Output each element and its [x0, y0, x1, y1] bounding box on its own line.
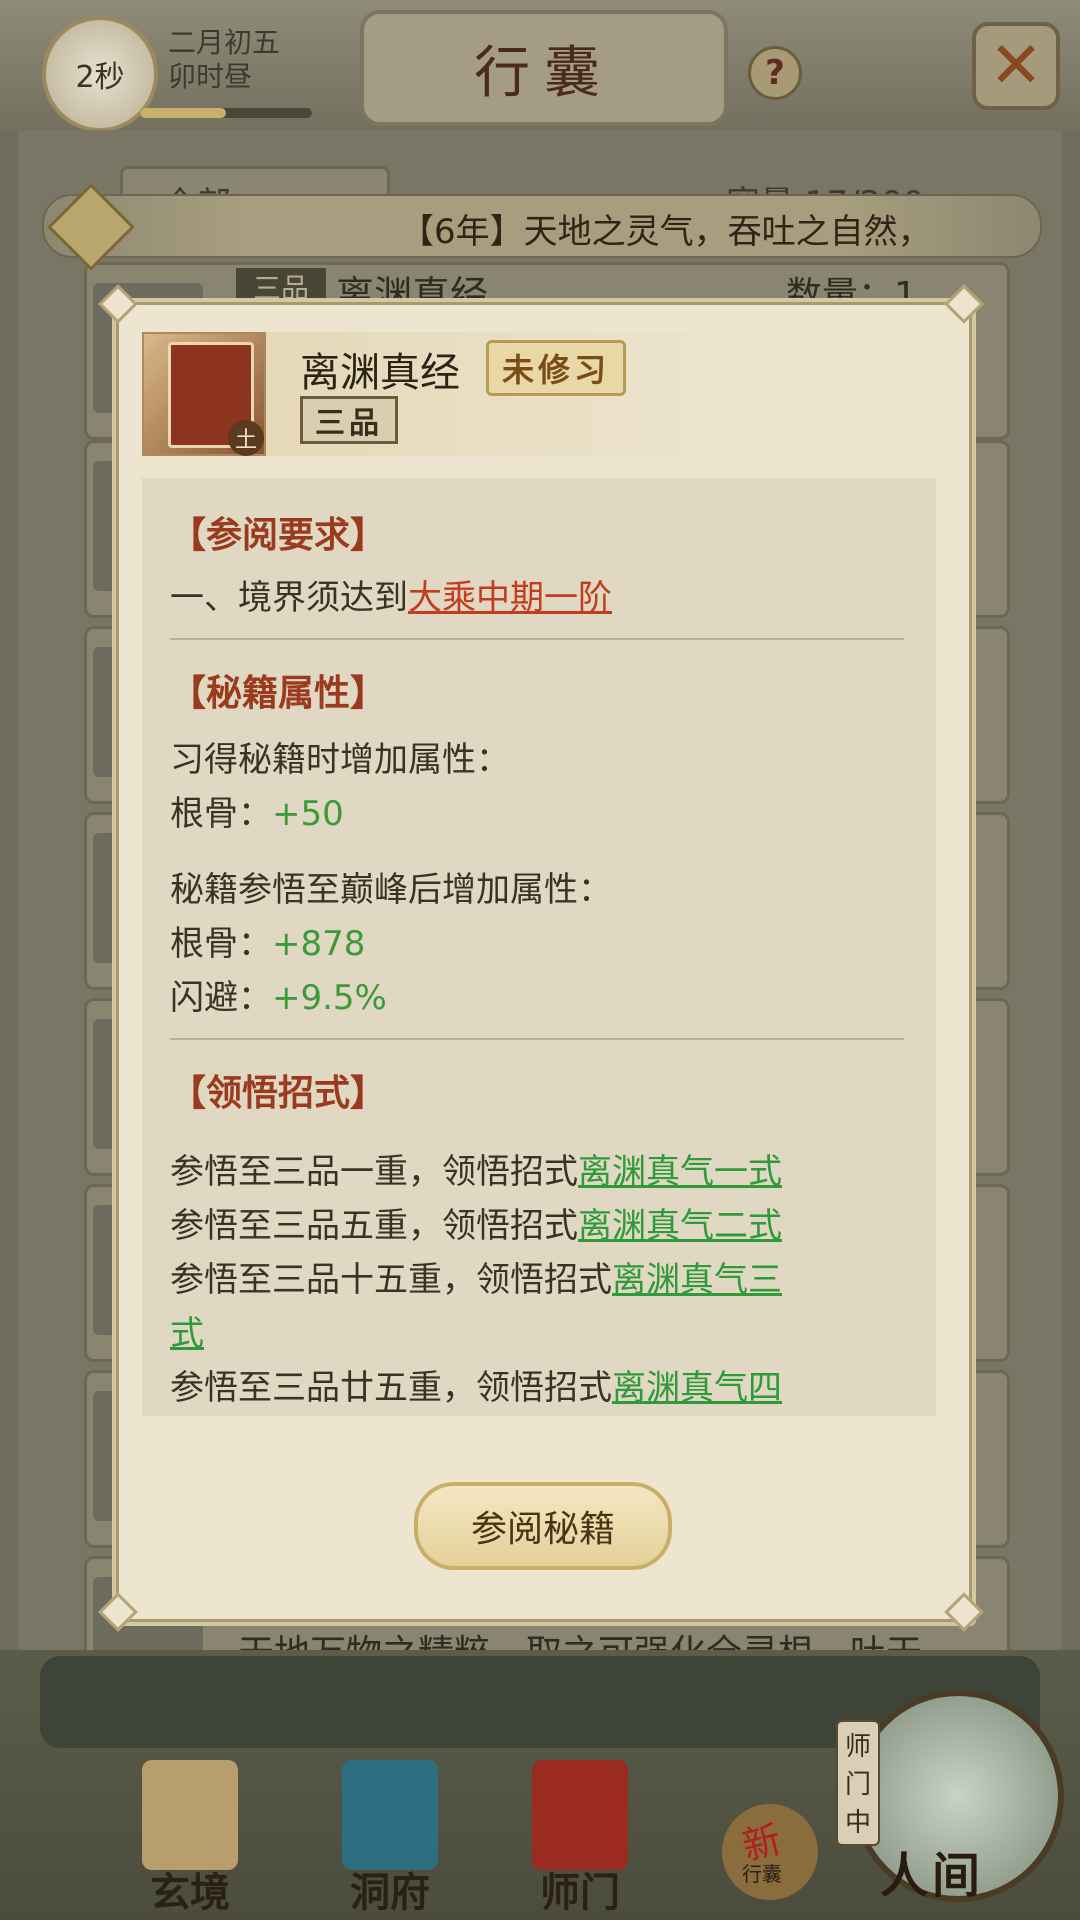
requirement-line: 一、境界须达到大乘中期一阶	[170, 570, 612, 619]
move-link[interactable]: 离渊真气二式	[578, 1206, 782, 1246]
move-line-2: 参悟至三品五重，领悟招式离渊真气二式	[170, 1198, 782, 1247]
notice-text: 【6年】天地之灵气，吞吐之自然，	[400, 212, 932, 252]
move-text: 参悟至三品廿五重，领悟招式	[170, 1368, 612, 1408]
peak-attr-line-1: 根骨：+878	[170, 916, 365, 965]
shimen-status-tag: 师门中	[836, 1720, 880, 1846]
section-title-requirement: 【参阅要求】	[170, 514, 387, 556]
renjian-label: 人间	[880, 1848, 985, 1904]
move-link[interactable]: 离渊真气一式	[578, 1152, 782, 1192]
nav-xuanjing[interactable]: 玄境	[120, 1760, 260, 1916]
move-link[interactable]: 离渊真气四	[612, 1368, 782, 1408]
move-line-1: 参悟至三品一重，领悟招式离渊真气一式	[170, 1144, 782, 1193]
move-text: 参悟至三品一重，领悟招式	[170, 1152, 578, 1192]
read-book-button[interactable]: 参阅秘籍	[414, 1482, 672, 1570]
pavilion-icon	[342, 1760, 438, 1870]
nav-label: 玄境	[150, 1869, 230, 1916]
attr-name: 闪避：	[170, 978, 272, 1018]
grade-badge: 三品	[300, 396, 398, 444]
time-progress-fill	[140, 108, 226, 118]
learn-attr-line: 根骨：+50	[170, 786, 344, 835]
help-button[interactable]: ?	[748, 46, 802, 100]
attr-name: 根骨：	[170, 794, 272, 834]
element-seal: 土	[228, 420, 264, 456]
section-title-moves: 【领悟招式】	[170, 1072, 387, 1114]
move-line-3: 参悟至三品十五重，领悟招式离渊真气三	[170, 1252, 782, 1301]
move-line-4: 参悟至三品廿五重，领悟招式离渊真气四	[170, 1360, 782, 1409]
nav-dongfu[interactable]: 洞府	[320, 1760, 460, 1916]
nav-label: 师门	[540, 1869, 620, 1916]
attr-value: +50	[272, 794, 344, 834]
date-line-1: 二月初五	[168, 26, 281, 59]
date-line-2: 卯时昼	[168, 60, 253, 93]
peak-attr-title: 秘籍参悟至巅峰后增加属性：	[170, 870, 612, 910]
close-icon: ✕	[989, 29, 1043, 103]
scroll-icon	[142, 1760, 238, 1870]
move-link[interactable]: 离渊真气三	[612, 1260, 782, 1300]
realm-link[interactable]: 大乘中期一阶	[408, 578, 612, 618]
banner-icon	[532, 1760, 628, 1870]
time-progress-bar	[140, 108, 312, 118]
attr-name: 根骨：	[170, 924, 272, 964]
divider	[170, 1038, 904, 1040]
divider	[170, 638, 904, 640]
peak-attr-line-2: 闪避：+9.5%	[170, 970, 387, 1019]
close-button[interactable]: ✕	[972, 22, 1060, 110]
item-name: 离渊真经	[300, 350, 460, 396]
move-text: 参悟至三品五重，领悟招式	[170, 1206, 578, 1246]
bag-nav-label: 行囊	[742, 1862, 782, 1886]
status-badge: 未修习	[486, 340, 626, 396]
move-link[interactable]: 式	[170, 1314, 204, 1354]
move-line-3-wrap: 式	[170, 1306, 204, 1355]
learn-attr-title: 习得秘籍时增加属性：	[170, 740, 510, 780]
requirement-text: 一、境界须达到	[170, 578, 408, 618]
section-title-attributes: 【秘籍属性】	[170, 672, 387, 714]
move-text: 参悟至三品十五重，领悟招式	[170, 1260, 612, 1300]
game-date: 二月初五 卯时昼	[168, 26, 280, 94]
nav-shimen[interactable]: 师门	[510, 1760, 650, 1916]
attr-value: +878	[272, 924, 366, 964]
attr-value: +9.5%	[272, 978, 387, 1018]
nav-label: 洞府	[350, 1869, 430, 1916]
page-title: 行囊	[360, 10, 728, 126]
